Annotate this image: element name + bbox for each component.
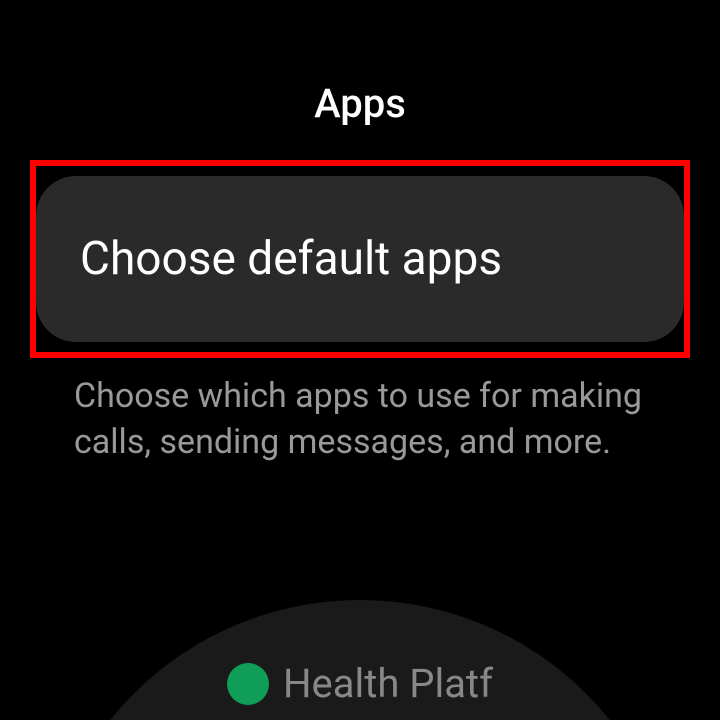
option-description: Choose which apps to use for making call… (74, 374, 646, 466)
health-platform-icon (227, 663, 269, 705)
choose-default-apps-button[interactable]: Choose default apps (36, 176, 684, 342)
page-title: Apps (0, 80, 720, 127)
bottom-peek-container: Health Platf (0, 540, 720, 720)
next-item-peek[interactable]: Health Platf (40, 600, 680, 720)
next-item-label: Health Platf (283, 660, 493, 707)
watch-face-container: Apps Choose default apps Choose which ap… (0, 0, 720, 720)
option-label: Choose default apps (80, 232, 502, 286)
